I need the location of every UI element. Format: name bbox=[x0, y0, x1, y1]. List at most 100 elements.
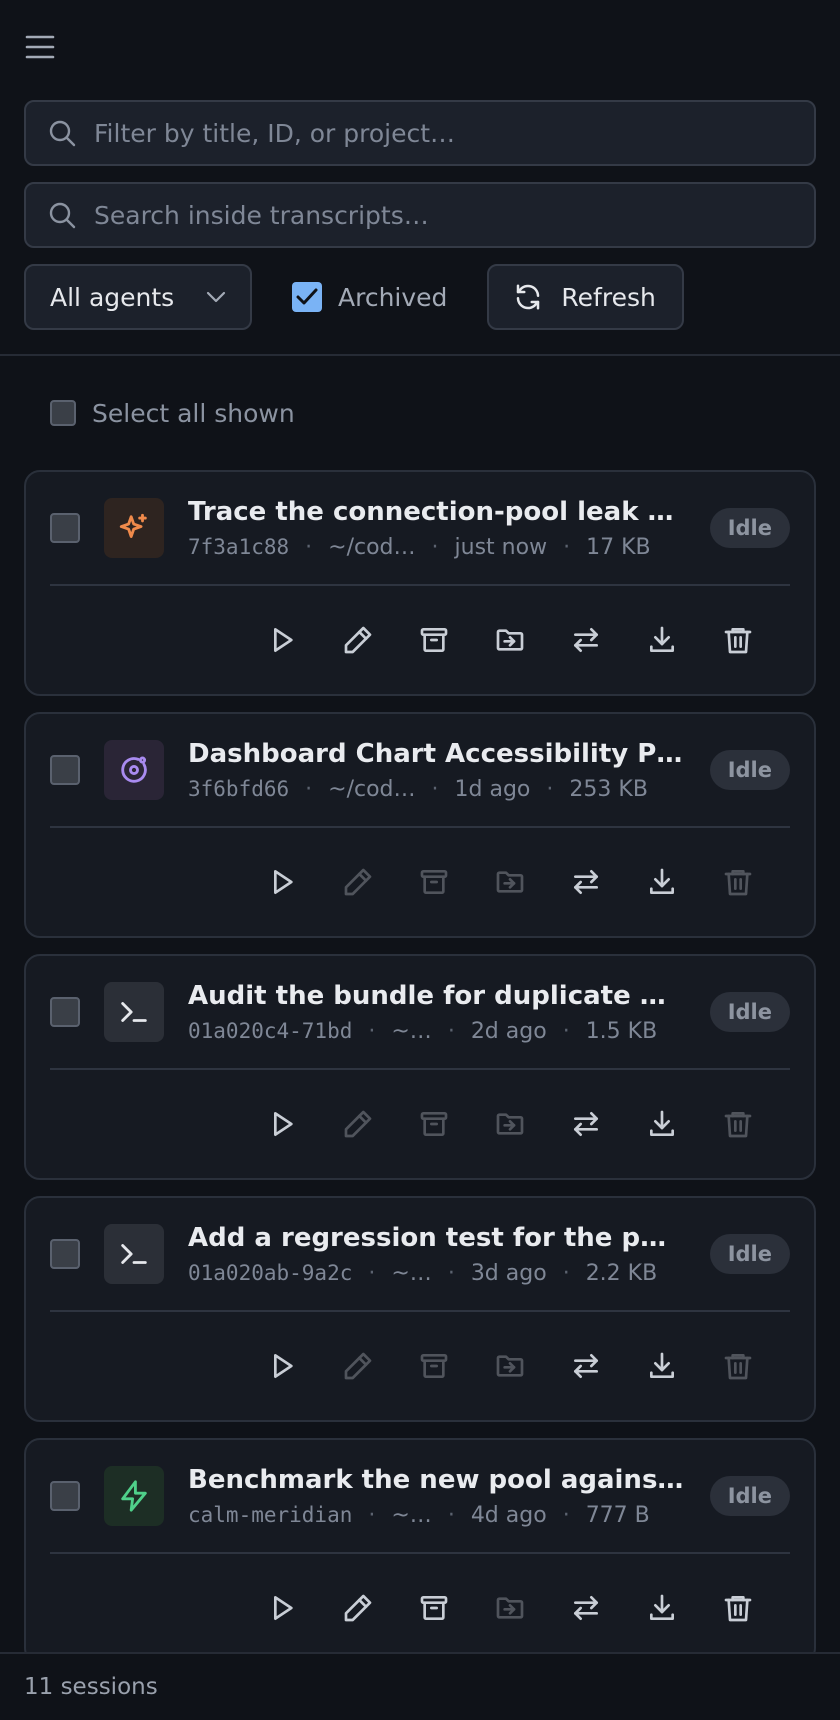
play-icon bbox=[274, 1596, 293, 1620]
session-title[interactable]: Benchmark the new pool agains… bbox=[188, 1465, 684, 1495]
switch-button[interactable] bbox=[548, 1570, 624, 1646]
filter-controls: All agents Archived Refresh bbox=[0, 100, 840, 330]
session-checkbox[interactable] bbox=[50, 997, 80, 1027]
session-title[interactable]: Trace the connection-pool leak … bbox=[188, 497, 684, 527]
archive-icon bbox=[420, 1596, 448, 1620]
play-button[interactable] bbox=[244, 844, 320, 920]
session-info: Trace the connection-pool leak … 7f3a1c8… bbox=[188, 497, 686, 560]
agent-select[interactable]: All agents bbox=[24, 264, 252, 330]
play-button[interactable] bbox=[244, 1570, 320, 1646]
agent-icon bbox=[104, 1224, 164, 1284]
separator: · bbox=[368, 1018, 376, 1044]
trash-button[interactable] bbox=[700, 602, 776, 678]
archived-checkbox[interactable] bbox=[292, 282, 322, 312]
separator: · bbox=[563, 534, 571, 560]
session-header: Benchmark the new pool agains… calm-meri… bbox=[50, 1440, 790, 1554]
separator: · bbox=[431, 776, 439, 802]
archive-button[interactable] bbox=[396, 1086, 472, 1162]
menu-icon[interactable] bbox=[18, 25, 62, 69]
trash-button[interactable] bbox=[700, 1570, 776, 1646]
session-list: Trace the connection-pool leak … 7f3a1c8… bbox=[0, 470, 840, 1664]
session-card[interactable]: Add a regression test for the p… 01a020a… bbox=[24, 1196, 816, 1422]
agent-icon bbox=[104, 740, 164, 800]
download-button[interactable] bbox=[624, 1086, 700, 1162]
move-to-folder-button[interactable] bbox=[472, 602, 548, 678]
session-checkbox[interactable] bbox=[50, 755, 80, 785]
trash-button[interactable] bbox=[700, 844, 776, 920]
session-time: 2d ago bbox=[470, 1018, 547, 1044]
move-to-folder-button[interactable] bbox=[472, 844, 548, 920]
pencil-button[interactable] bbox=[320, 602, 396, 678]
pencil-icon bbox=[344, 1110, 372, 1138]
play-button[interactable] bbox=[244, 1086, 320, 1162]
pencil-button[interactable] bbox=[320, 1328, 396, 1404]
play-button[interactable] bbox=[244, 1328, 320, 1404]
trash-icon bbox=[724, 870, 752, 896]
play-button[interactable] bbox=[244, 602, 320, 678]
move-to-folder-icon bbox=[496, 1597, 524, 1619]
download-button[interactable] bbox=[624, 1570, 700, 1646]
download-button[interactable] bbox=[624, 844, 700, 920]
switch-button[interactable] bbox=[548, 1328, 624, 1404]
switch-button[interactable] bbox=[548, 602, 624, 678]
filter-field[interactable] bbox=[24, 100, 816, 166]
session-id: 01a020c4-71bd bbox=[188, 1019, 353, 1043]
pencil-button[interactable] bbox=[320, 1570, 396, 1646]
session-id: calm-meridian bbox=[188, 1503, 353, 1527]
session-count: 11 sessions bbox=[24, 1674, 158, 1700]
play-icon bbox=[274, 870, 293, 894]
archive-button[interactable] bbox=[396, 602, 472, 678]
archive-icon bbox=[420, 870, 448, 894]
session-size: 1.5 KB bbox=[585, 1018, 658, 1044]
session-title[interactable]: Add a regression test for the p… bbox=[188, 1223, 684, 1253]
session-checkbox[interactable] bbox=[50, 1239, 80, 1269]
download-button[interactable] bbox=[624, 602, 700, 678]
terminal-icon bbox=[121, 1002, 147, 1022]
session-time: 1d ago bbox=[454, 776, 531, 802]
archive-button[interactable] bbox=[396, 844, 472, 920]
separator: · bbox=[562, 1018, 570, 1044]
archive-button[interactable] bbox=[396, 1570, 472, 1646]
session-info: Dashboard Chart Accessibility P… 3f6bfd6… bbox=[188, 739, 686, 802]
move-to-folder-button[interactable] bbox=[472, 1328, 548, 1404]
pencil-button[interactable] bbox=[320, 1086, 396, 1162]
session-header: Trace the connection-pool leak … 7f3a1c8… bbox=[50, 472, 790, 586]
transcript-search-input[interactable] bbox=[94, 200, 814, 230]
archived-toggle[interactable]: Archived bbox=[292, 282, 447, 312]
refresh-label: Refresh bbox=[561, 282, 656, 312]
session-project: ~/cod… bbox=[328, 534, 416, 560]
move-to-folder-button[interactable] bbox=[472, 1570, 548, 1646]
session-meta: 01a020c4-71bd · ~… · 2d ago · 1.5 KB bbox=[188, 1019, 686, 1044]
session-actions bbox=[26, 1554, 814, 1662]
refresh-button[interactable]: Refresh bbox=[487, 264, 685, 330]
session-title[interactable]: Dashboard Chart Accessibility P… bbox=[188, 739, 684, 769]
control-row: All agents Archived Refresh bbox=[24, 264, 816, 330]
select-all-row[interactable]: Select all shown bbox=[0, 356, 840, 470]
select-all-checkbox[interactable] bbox=[50, 400, 76, 426]
session-title[interactable]: Audit the bundle for duplicate … bbox=[188, 981, 684, 1011]
pencil-button[interactable] bbox=[320, 844, 396, 920]
separator: · bbox=[447, 1502, 455, 1528]
download-button[interactable] bbox=[624, 1328, 700, 1404]
session-card[interactable]: Benchmark the new pool agains… calm-meri… bbox=[24, 1438, 816, 1664]
session-checkbox[interactable] bbox=[50, 513, 80, 543]
session-actions bbox=[26, 1070, 814, 1178]
separator: · bbox=[562, 1260, 570, 1286]
transcript-search-field[interactable] bbox=[24, 182, 816, 248]
move-to-folder-button[interactable] bbox=[472, 1086, 548, 1162]
session-actions bbox=[26, 586, 814, 694]
switch-icon bbox=[574, 1112, 598, 1136]
trash-button[interactable] bbox=[700, 1328, 776, 1404]
session-card[interactable]: Dashboard Chart Accessibility P… 3f6bfd6… bbox=[24, 712, 816, 938]
session-card[interactable]: Trace the connection-pool leak … 7f3a1c8… bbox=[24, 470, 816, 696]
session-project: ~/cod… bbox=[328, 776, 416, 802]
session-checkbox[interactable] bbox=[50, 1481, 80, 1511]
filter-input[interactable] bbox=[94, 118, 814, 148]
trash-button[interactable] bbox=[700, 1086, 776, 1162]
session-card[interactable]: Audit the bundle for duplicate … 01a020c… bbox=[24, 954, 816, 1180]
switch-button[interactable] bbox=[548, 844, 624, 920]
archive-button[interactable] bbox=[396, 1328, 472, 1404]
session-actions bbox=[26, 828, 814, 936]
switch-button[interactable] bbox=[548, 1086, 624, 1162]
archive-icon bbox=[420, 1354, 448, 1378]
